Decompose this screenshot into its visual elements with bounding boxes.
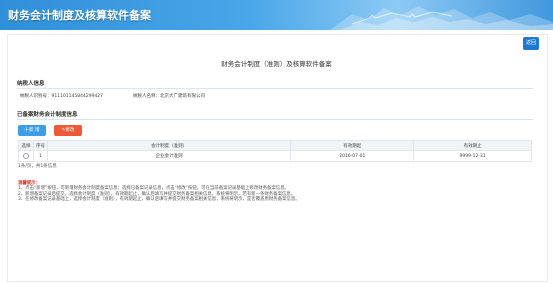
column-header-index: 序号 [32, 140, 48, 151]
tax-id-value: 911101145844299427 [51, 94, 104, 99]
row-valid-from: 2016-07-01 [290, 150, 415, 162]
return-button[interactable]: 返回 [523, 37, 539, 50]
edit-button[interactable]: ✎修改 [54, 125, 82, 136]
app-header: 财务会计制度及核算软件备案 [0, 0, 553, 30]
row-valid-to: 9999-12-31 [413, 150, 532, 162]
column-header-accounting-system: 会计制度（准则） [46, 140, 292, 151]
row-index: 1 [32, 150, 48, 162]
column-header-select: 选择 [18, 140, 34, 151]
row-select-cell[interactable] [18, 150, 34, 162]
column-header-valid-to: 有效期止 [413, 140, 532, 151]
taxpayer-name-value: 北京大广建筑有限公司 [160, 94, 205, 99]
table-header-row: 选择 序号 会计制度（准则） 有效期起 有效期止 [18, 140, 532, 151]
edit-button-label: 修改 [65, 128, 75, 133]
page-title: 财务会计制度（准则）及核算软件备案 [221, 60, 332, 68]
filing-table: 选择 序号 会计制度（准则） 有效期起 有效期止 1 企业会计准则 2016-0… [18, 140, 532, 162]
notice-box: 温馨提示： 1、点击“新增”按钮，可新增财务会计制度备案信息；选择已备案记录信息… [18, 181, 538, 202]
taxpayer-name-label: 纳税人名称： [133, 94, 160, 99]
divider [17, 119, 533, 120]
tax-id-label: 纳税人识别号： [20, 94, 52, 99]
taxpayer-id: 纳税人识别号：911101145844299427 [20, 93, 103, 99]
taxpayer-name: 纳税人名称：北京大广建筑有限公司 [133, 93, 205, 99]
row-accounting-system: 企业会计准则 [46, 150, 292, 162]
filed-section-title: 已备案财务会计制度信息 [17, 112, 78, 118]
record-count: 1条/页，共1条信息 [18, 164, 57, 169]
notice-item: 3、在修改备案记录基础上，选择会计制度（准则），有效期起止，确认后填写并提交财务… [18, 196, 300, 202]
app-title: 财务会计制度及核算软件备案 [8, 9, 151, 22]
column-header-valid-from: 有效期起 [290, 140, 415, 151]
add-button[interactable]: 十新 增 [18, 125, 46, 136]
taxpayer-section-title: 纳税人信息 [17, 81, 45, 87]
row-radio[interactable] [22, 152, 29, 159]
table-row[interactable]: 1 企业会计准则 2016-07-01 9999-12-31 [18, 150, 532, 162]
divider [17, 88, 533, 89]
